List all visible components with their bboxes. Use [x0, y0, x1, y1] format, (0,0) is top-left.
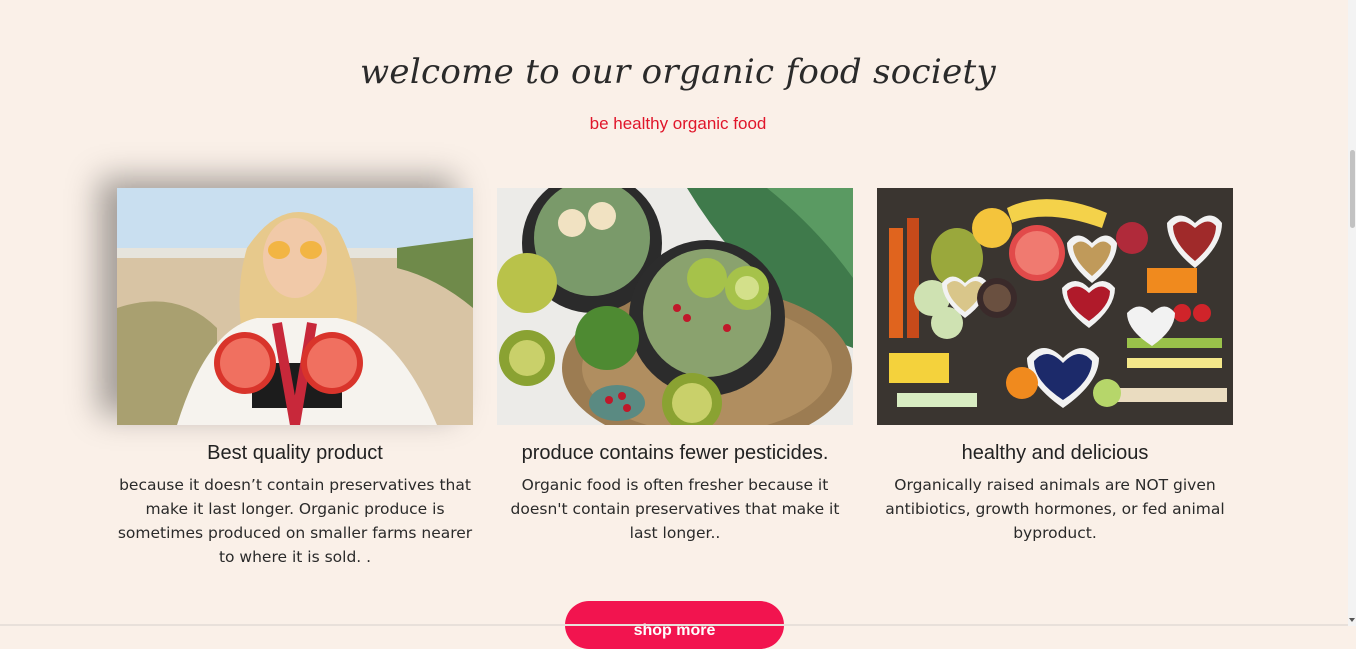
card-image-woman-grapefruit [117, 188, 473, 425]
feature-card-pesticides: produce contains fewer pesticides. Organ… [497, 188, 853, 545]
card-title: produce contains fewer pesticides. [521, 442, 829, 464]
scroll-down-arrow-icon[interactable] [1349, 618, 1355, 622]
card-text: Organically raised animals are NOT given… [885, 476, 1225, 542]
card-image-heart-bowls-produce [877, 188, 1233, 425]
page-subtitle: be healthy organic food [589, 114, 767, 133]
card-text: because it doesn’t contain preservatives… [117, 476, 473, 566]
card-title: healthy and delicious [961, 442, 1149, 464]
card-title: Best quality product [207, 442, 383, 464]
page-title: welcome to our organic food society [360, 52, 996, 92]
feature-card-healthy: healthy and delicious Organically raised… [877, 188, 1233, 545]
card-text: Organic food is often fresher because it… [510, 476, 840, 542]
vertical-scrollbar[interactable] [1348, 0, 1356, 626]
card-image-smoothie-bowls [497, 188, 853, 425]
scrollbar-thumb[interactable] [1350, 150, 1355, 228]
feature-card-quality: Best quality product because it doesn’t … [117, 188, 473, 569]
